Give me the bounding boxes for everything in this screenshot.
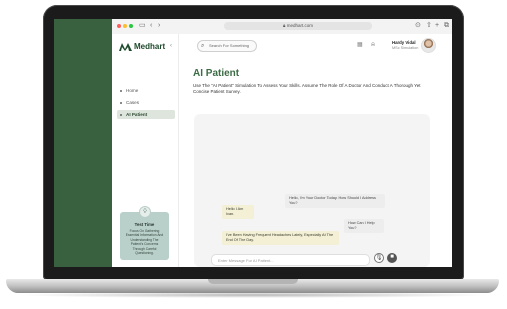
close-window-dot[interactable] [117,24,121,28]
grid-icon[interactable]: ▦ [357,42,363,49]
tip-title: Test Time [134,222,155,227]
sidebar-item-cases[interactable]: Cases [117,98,175,107]
chat-message-doctor: How Can I Help You? [344,219,384,233]
sidebar-item-ai-patient[interactable]: AI Patient [117,110,175,119]
chat-message-patient: I've Been Having Frequent Headaches Late… [222,231,339,245]
new-tab-icon[interactable]: + [435,21,439,31]
laptop-screen: ▭ ‹ › 🔒︎ medhart.com ⊙ ⇧ + ⧉ Medhart ‹ H… [54,19,452,267]
minimize-window-dot[interactable] [123,24,127,28]
brand-name: Medhart [134,42,166,51]
tip-card: 💡︎ Test Time Focus On Gathering Essentia… [120,206,169,260]
sidebar-toggle-icon[interactable]: ▭ [139,21,146,31]
lock-icon: 🔒︎ [283,23,286,28]
sidebar-item-label: AI Patient [126,112,148,117]
lightbulb-icon: 💡︎ [139,206,151,218]
search-placeholder: Search For Something [209,43,250,48]
avatar[interactable] [421,38,436,53]
collapse-sidebar-icon[interactable]: ‹ [170,43,172,49]
dot-icon [120,101,122,104]
dot-icon [120,89,122,92]
stop-icon: ■ [390,254,394,260]
address-bar-url: medhart.com [286,23,313,28]
address-bar[interactable]: 🔒︎ medhart.com [224,22,372,30]
chat-message-doctor: Hello, I'm Your Doctor Today. How Should… [285,194,385,208]
microphone-icon: 🎙︎ [375,255,383,261]
share-icon[interactable]: ⇧ [426,21,432,31]
tip-body: Focus On Gathering Essential Information… [125,229,164,256]
back-arrow-icon[interactable]: ‹ [150,21,152,31]
app-window: ▭ ‹ › 🔒︎ medhart.com ⊙ ⇧ + ⧉ Medhart ‹ H… [112,19,452,267]
notification-bell-icon[interactable]: ⍾ [371,42,375,49]
medhart-logo-icon [119,42,132,51]
dot-icon [120,113,122,116]
search-box[interactable]: ⌕ Search For Something [197,40,257,52]
forward-arrow-icon[interactable]: › [158,21,160,31]
message-input[interactable] [212,255,369,265]
user-role: MSc Simulation [392,46,419,50]
sidebar: Medhart ‹ Home Cases AI Patient 💡︎ Test … [112,34,179,267]
search-icon: ⌕ [201,43,205,49]
sidebar-item-home[interactable]: Home [117,86,175,95]
message-input-field[interactable] [211,254,370,266]
chat-panel: Hello, I'm Your Doctor Today. How Should… [194,114,430,267]
page-description: Use The "AI Patient" Simulation To Asses… [193,83,421,94]
laptop-notch [208,279,298,284]
sidebar-item-label: Home [126,88,139,93]
tabs-overview-icon[interactable]: ⧉ [444,21,449,31]
decorative-green-panel [54,19,112,267]
user-name: Hardy Vidal [392,40,416,45]
browser-toolbar: ▭ ‹ › 🔒︎ medhart.com ⊙ ⇧ + ⧉ [112,19,452,35]
download-icon[interactable]: ⊙ [415,21,421,31]
stop-button[interactable]: ■ [387,253,397,263]
main-content: ⌕ Search For Something ▦ ⍾ Hardy Vidal M… [179,34,452,267]
maximize-window-dot[interactable] [129,24,133,28]
brand-logo[interactable]: Medhart [119,42,165,51]
page-title: AI Patient [193,68,240,79]
chat-message-patient: Hello I Am Ivan. [222,205,254,219]
sidebar-item-label: Cases [126,100,140,105]
microphone-button[interactable]: 🎙︎ [374,253,384,263]
